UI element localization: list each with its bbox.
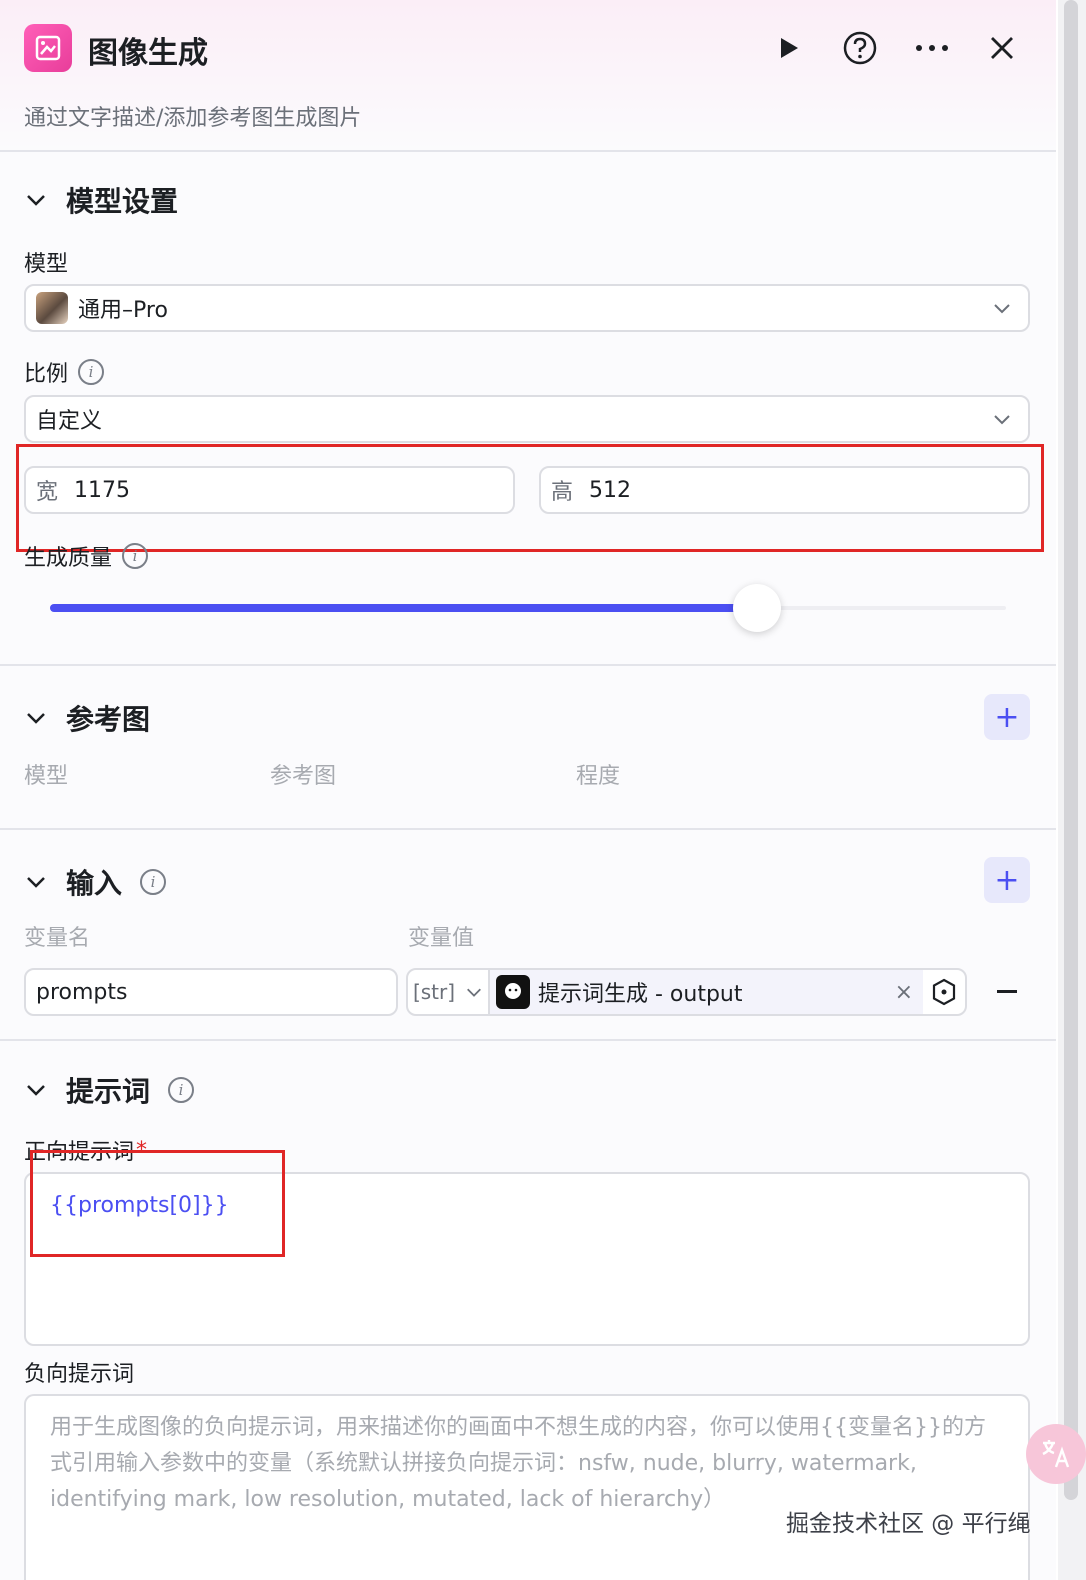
source-tag[interactable]: 提示词生成 - output ×: [490, 970, 923, 1014]
chevron-down-icon: [994, 304, 1010, 314]
column-header: 变量值: [408, 926, 475, 951]
column-header: 模型: [24, 764, 69, 789]
plus-icon: +: [994, 699, 1020, 735]
image-generation-panel: 图像生成 通过文字描述/添加参考图生成图片 模型设置 模型 通用–Pro 比例 …: [0, 0, 1056, 1580]
model-label: 模型: [24, 252, 69, 277]
ratio-select-value: 自定义: [36, 409, 103, 434]
node-avatar-icon: [496, 975, 530, 1009]
chevron-down-icon: [27, 195, 45, 206]
divider: [0, 1039, 1056, 1041]
type-select[interactable]: [str]: [408, 970, 490, 1014]
node-picker-icon[interactable]: [923, 970, 965, 1014]
model-select[interactable]: 通用–Pro: [24, 284, 1030, 332]
help-icon[interactable]: [838, 26, 882, 70]
page-subtitle: 通过文字描述/添加参考图生成图片: [24, 106, 362, 131]
panel-header: 图像生成 通过文字描述/添加参考图生成图片: [0, 0, 1056, 152]
ratio-label-row: 比例 i: [24, 356, 105, 388]
section-title: 提示词: [66, 1075, 151, 1108]
translate-icon[interactable]: [1026, 1424, 1086, 1484]
variable-name-value: prompts: [36, 979, 128, 1005]
section-inputs[interactable]: 输入 i: [24, 862, 167, 902]
slider-thumb[interactable]: [733, 584, 781, 632]
plus-icon: +: [994, 862, 1020, 898]
slider-fill: [50, 604, 757, 612]
quality-label-row: 生成质量 i: [24, 540, 149, 572]
section-prompts[interactable]: 提示词 i: [24, 1070, 195, 1110]
column-header: 程度: [576, 764, 621, 789]
remove-input-button[interactable]: [992, 980, 1022, 1004]
more-icon[interactable]: [910, 26, 954, 70]
ratio-label: 比例: [24, 362, 69, 387]
negative-prompt-input[interactable]: 用于生成图像的负向提示词，用来描述你的画面中不想生成的内容，你可以使用{{变量名…: [24, 1394, 1030, 1580]
variable-name-input[interactable]: prompts: [24, 968, 398, 1016]
chevron-down-icon: [994, 415, 1010, 425]
section-title: 输入: [66, 867, 123, 900]
run-play-icon[interactable]: [766, 26, 810, 70]
info-icon[interactable]: i: [168, 1077, 195, 1103]
add-reference-button[interactable]: +: [984, 694, 1030, 740]
scrollbar-thumb[interactable]: [1064, 0, 1078, 1500]
ratio-select[interactable]: 自定义: [24, 395, 1030, 443]
section-title: 参考图: [66, 703, 151, 736]
negative-prompt-label: 负向提示词: [24, 1362, 135, 1387]
info-icon[interactable]: i: [122, 543, 149, 569]
section-model-settings[interactable]: 模型设置: [24, 180, 178, 220]
highlight-box-size: [16, 444, 1044, 552]
column-header: 变量名: [24, 926, 91, 951]
chevron-down-icon: [467, 988, 481, 997]
watermark: 掘金技术社区 @ 平行绳: [786, 1511, 1031, 1537]
info-icon[interactable]: i: [140, 869, 167, 895]
clear-icon[interactable]: ×: [895, 980, 913, 1005]
column-header: 参考图: [270, 764, 337, 789]
source-label: 提示词生成 - output: [538, 982, 743, 1007]
section-title: 模型设置: [66, 185, 179, 218]
close-icon[interactable]: [980, 26, 1024, 70]
chevron-down-icon: [27, 713, 45, 724]
quality-slider[interactable]: [50, 584, 1006, 632]
negative-prompt-placeholder: 用于生成图像的负向提示词，用来描述你的画面中不想生成的内容，你可以使用{{变量名…: [50, 1415, 986, 1512]
chevron-down-icon: [27, 877, 45, 888]
section-reference[interactable]: 参考图: [24, 698, 150, 738]
page-title: 图像生成: [88, 36, 208, 71]
divider: [0, 664, 1056, 666]
highlight-box-prompt: [30, 1150, 285, 1257]
quality-label: 生成质量: [24, 546, 113, 571]
chevron-down-icon: [27, 1085, 45, 1096]
variable-value-field[interactable]: [str] 提示词生成 - output ×: [406, 968, 967, 1016]
info-icon[interactable]: i: [78, 359, 105, 385]
minus-icon: [997, 990, 1017, 993]
divider: [0, 828, 1056, 830]
add-input-button[interactable]: +: [984, 857, 1030, 903]
image-app-icon: [24, 24, 72, 72]
type-value: [str]: [412, 980, 456, 1004]
model-select-value: 通用–Pro: [78, 298, 168, 323]
model-avatar: [36, 292, 68, 324]
